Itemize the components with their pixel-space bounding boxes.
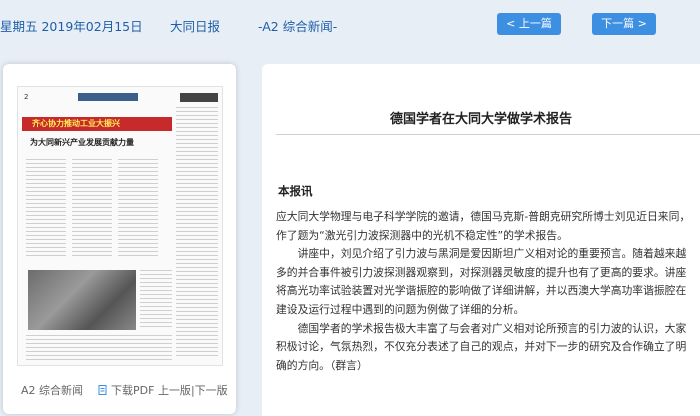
thumbnail-page-number: 2 <box>24 93 29 101</box>
thumbnail-text-column <box>140 270 172 330</box>
page-section-label[interactable]: A2 综合新闻 <box>21 382 83 398</box>
page-links: 下载PDF 上一版|下一版 <box>98 382 228 398</box>
newspaper-name[interactable]: 大同日报 <box>170 16 220 35</box>
thumbnail-subheadline: 为大同新兴产业发展贡献力量 <box>30 138 134 147</box>
thumbnail-headline: 齐心协力推动工业大振兴 <box>22 117 172 131</box>
article-panel: 德国学者在大同大学做学术报告 本报讯 应大同大学物理与电子科学学院的邀请，德国马… <box>262 64 700 416</box>
thumbnail-masthead <box>180 93 218 102</box>
section-name[interactable]: -A2 综合新闻- <box>258 16 337 35</box>
thumbnail-text-column <box>72 159 112 259</box>
top-bar: 星期五 2019年02月15日 大同日报 -A2 综合新闻- < 上一篇 下一篇… <box>0 0 700 48</box>
next-page-link[interactable]: 下一版 <box>195 384 228 397</box>
thumbnail-text-column <box>118 159 158 259</box>
page-thumbnail-panel: 2 齐心协力推动工业大振兴 为大同新兴产业发展贡献力量 A2 综合新闻 下载PD… <box>3 64 236 414</box>
article-paragraph: 应大同大学物理与电子科学学院的邀请，德国马克斯-普朗克研究所博士刘见近日来同，作… <box>276 210 691 242</box>
issue-date: 星期五 2019年02月15日 <box>0 19 143 34</box>
thumbnail-photo <box>28 270 136 330</box>
thumbnail-header-band <box>78 93 138 101</box>
article-byline: 本报讯 <box>278 184 313 198</box>
newspaper-page-thumbnail[interactable]: 2 齐心协力推动工业大振兴 为大同新兴产业发展贡献力量 <box>17 86 223 366</box>
article-title: 德国学者在大同大学做学术报告 <box>389 112 572 127</box>
next-article-button[interactable]: 下一篇 > <box>592 13 656 35</box>
title-divider <box>276 134 700 135</box>
thumbnail-text-column <box>176 107 218 357</box>
prev-article-button[interactable]: < 上一篇 <box>497 13 561 35</box>
pdf-icon <box>98 385 107 395</box>
article-body: 应大同大学物理与电子科学学院的邀请，德国马克斯-普朗克研究所博士刘见近日来同，作… <box>276 208 696 375</box>
download-pdf-link[interactable]: 下载PDF <box>111 384 154 397</box>
article-paragraph: 讲座中，刘见介绍了引力波与黑洞是爱因斯坦广义相对论的重要预言。随着越来越多的并合… <box>276 247 687 316</box>
thumbnail-text-column <box>26 159 66 259</box>
prev-page-link[interactable]: 上一版 <box>158 384 191 397</box>
thumbnail-text-column <box>26 335 172 363</box>
article-paragraph: 德国学者的学术报告极大丰富了与会者对广义相对论所预言的引力波的认识，大家积极讨论… <box>276 321 687 372</box>
